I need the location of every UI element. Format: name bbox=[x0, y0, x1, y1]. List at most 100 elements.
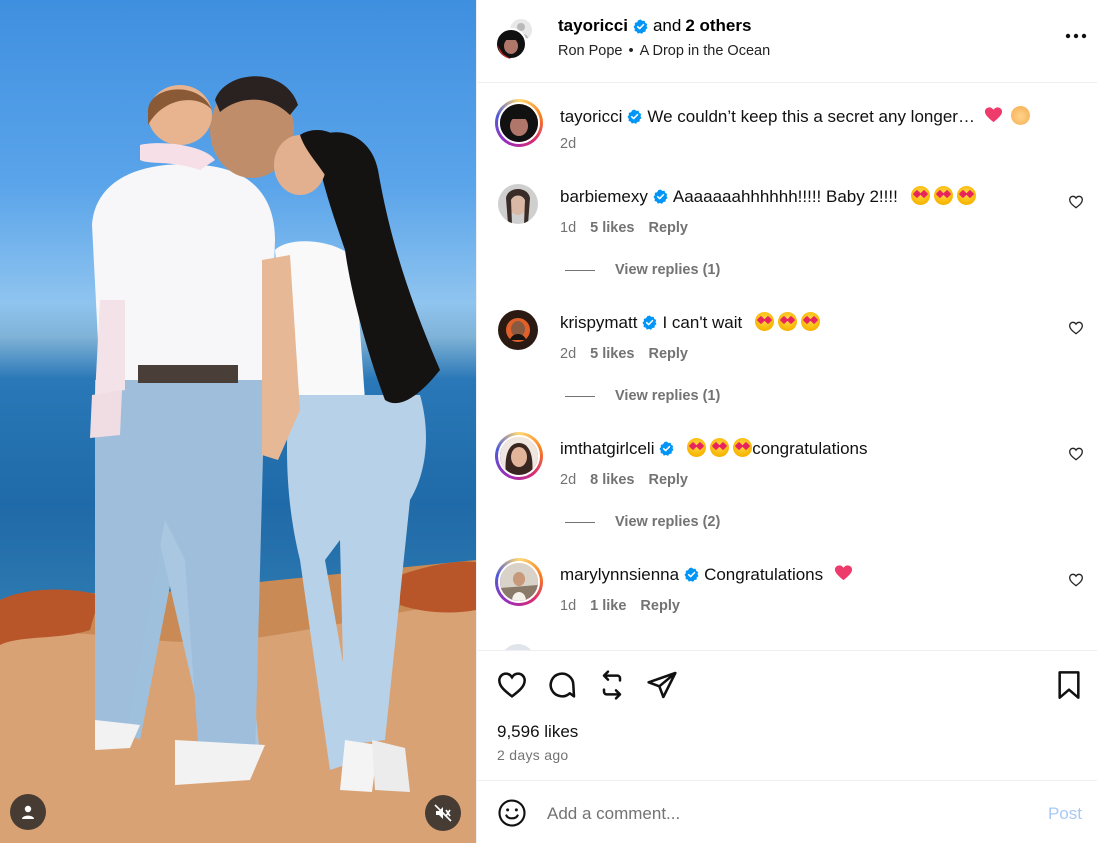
heart-eyes-emoji-icon bbox=[910, 186, 930, 205]
comment-text: Congratulations bbox=[704, 565, 824, 584]
heart-eyes-emoji-icon bbox=[710, 438, 730, 457]
comments-list[interactable]: tayoricci We couldn’t keep this a secret … bbox=[477, 84, 1097, 650]
reply-button[interactable]: Reply bbox=[648, 472, 688, 488]
audio-artist[interactable]: Ron Pope bbox=[558, 43, 623, 59]
verified-badge-icon bbox=[684, 567, 699, 582]
comment-username[interactable]: barbiemexy bbox=[560, 187, 648, 206]
audio-track[interactable]: A Drop in the Ocean bbox=[640, 43, 771, 59]
repost-icon[interactable] bbox=[596, 669, 628, 701]
action-bar: 9,596 likes 2 days ago bbox=[477, 650, 1097, 780]
pink-heart-emoji-icon bbox=[834, 565, 852, 581]
comment-time: 1d bbox=[560, 220, 577, 236]
comment-input[interactable] bbox=[547, 801, 997, 827]
post-author-username[interactable]: tayoricci bbox=[558, 16, 628, 36]
share-icon[interactable] bbox=[646, 669, 678, 701]
verified-badge-icon bbox=[659, 441, 675, 456]
heart-eyes-emoji-icon bbox=[754, 312, 774, 331]
post-media[interactable] bbox=[0, 0, 476, 843]
comment-time: 2d bbox=[560, 346, 577, 362]
verified-badge-icon bbox=[653, 189, 668, 204]
comment-text: I can't wait bbox=[662, 313, 743, 332]
reply-button[interactable]: Reply bbox=[648, 220, 688, 236]
reply-button[interactable]: Reply bbox=[648, 346, 688, 362]
avatar[interactable] bbox=[495, 558, 543, 606]
post-header: tayoricci and 2 others Ron Pope • A Drop i… bbox=[477, 0, 1097, 83]
comment-likes[interactable]: 8 likes bbox=[590, 472, 634, 488]
comment-text-line: imthatgirlceli congratulations bbox=[560, 438, 868, 459]
comment-likes[interactable]: 5 likes bbox=[590, 220, 634, 236]
avatar-stack bbox=[495, 17, 534, 60]
heart-icon[interactable] bbox=[496, 669, 528, 701]
caption-meta: 2d bbox=[560, 136, 590, 152]
avatar[interactable] bbox=[495, 432, 543, 480]
comment-username[interactable]: imthatgirlceli bbox=[560, 439, 654, 458]
tagged-users-button[interactable] bbox=[10, 794, 46, 830]
pink-heart-emoji-icon bbox=[984, 107, 1002, 123]
like-comment-heart-icon[interactable] bbox=[1068, 194, 1084, 210]
replies-divider bbox=[565, 269, 595, 271]
replies-divider bbox=[565, 395, 595, 397]
comment-meta: 2d 5 likes Reply bbox=[560, 346, 702, 362]
like-comment-heart-icon[interactable] bbox=[1068, 320, 1084, 336]
like-comment-heart-icon[interactable] bbox=[1068, 572, 1084, 588]
view-replies-label: View replies (2) bbox=[615, 514, 721, 530]
more-options-icon bbox=[1065, 33, 1087, 39]
comment-meta: 1d 5 likes Reply bbox=[560, 220, 702, 236]
more-options-button[interactable] bbox=[1064, 24, 1088, 48]
heart-eyes-emoji-icon bbox=[800, 312, 820, 331]
comment-text-line: marylynnsienna Congratulations bbox=[560, 564, 853, 585]
collab-others-link[interactable]: 2 others bbox=[685, 16, 751, 36]
reply-button[interactable]: Reply bbox=[640, 598, 680, 614]
comment-likes[interactable]: 1 like bbox=[590, 598, 626, 614]
likes-count[interactable]: 9,596 likes bbox=[497, 722, 578, 742]
comment-time: 1d bbox=[560, 598, 577, 614]
comment-username[interactable]: marylynnsienna bbox=[560, 565, 679, 584]
comment-text: congratulations bbox=[752, 439, 868, 458]
caption-username[interactable]: tayoricci bbox=[560, 107, 622, 126]
heart-eyes-emoji-icon bbox=[777, 312, 797, 331]
post-details-panel: tayoricci and 2 others Ron Pope • A Drop i… bbox=[476, 0, 1097, 843]
comment-text: Aaaaaaahhhhhh!!!!! Baby 2!!!! bbox=[672, 187, 898, 206]
comment-meta: 2d 8 likes Reply bbox=[560, 472, 702, 488]
caption-text: We couldn’t keep this a secret any longe… bbox=[647, 107, 975, 126]
comment-likes[interactable]: 5 likes bbox=[590, 346, 634, 362]
post-author-line: tayoricci and 2 others bbox=[558, 16, 751, 36]
user-icon bbox=[22, 805, 34, 819]
baby-emoji-icon bbox=[1011, 106, 1031, 125]
post-timestamp[interactable]: 2 days ago bbox=[497, 747, 569, 763]
replies-divider bbox=[565, 521, 595, 523]
comment-icon[interactable] bbox=[546, 669, 578, 701]
muted-speaker-icon bbox=[434, 804, 452, 822]
view-replies-label: View replies (1) bbox=[615, 388, 721, 404]
add-comment-bar: Post bbox=[477, 780, 1097, 843]
audio-separator: • bbox=[628, 43, 634, 59]
bookmark-icon[interactable] bbox=[1053, 669, 1085, 701]
avatar[interactable] bbox=[498, 310, 538, 350]
verified-badge-icon bbox=[633, 18, 648, 34]
emoji-icon[interactable] bbox=[497, 798, 527, 828]
comment-time: 2d bbox=[560, 472, 577, 488]
verified-badge-icon bbox=[627, 109, 642, 124]
comment-text-line: barbiemexy Aaaaaaahhhhhh!!!!! Baby 2!!!! bbox=[560, 186, 976, 207]
heart-eyes-emoji-icon bbox=[956, 186, 976, 205]
comment-username[interactable]: krispymatt bbox=[560, 313, 637, 332]
caption-time: 2d bbox=[560, 136, 577, 152]
avatar[interactable] bbox=[498, 184, 538, 224]
avatar[interactable] bbox=[495, 99, 543, 147]
comment-meta: 1d 1 like Reply bbox=[560, 598, 694, 614]
heart-eyes-emoji-icon bbox=[687, 438, 707, 457]
audio-attribution[interactable]: Ron Pope • A Drop in the Ocean bbox=[558, 43, 770, 59]
collab-connector: and bbox=[652, 16, 682, 35]
post-photo bbox=[0, 76, 476, 843]
view-replies-button[interactable]: View replies (1) bbox=[565, 388, 720, 404]
like-comment-heart-icon[interactable] bbox=[1068, 446, 1084, 462]
view-replies-button[interactable]: View replies (1) bbox=[565, 262, 720, 278]
collab-avatars[interactable] bbox=[495, 16, 537, 60]
view-replies-button[interactable]: View replies (2) bbox=[565, 514, 720, 530]
mute-toggle-button[interactable] bbox=[425, 795, 461, 831]
heart-eyes-emoji-icon bbox=[933, 186, 953, 205]
heart-eyes-emoji-icon bbox=[733, 438, 753, 457]
verified-badge-icon bbox=[642, 315, 657, 330]
post-comment-button[interactable]: Post bbox=[1048, 804, 1082, 824]
caption-text-line: tayoricci We couldn’t keep this a secret … bbox=[560, 106, 1031, 127]
